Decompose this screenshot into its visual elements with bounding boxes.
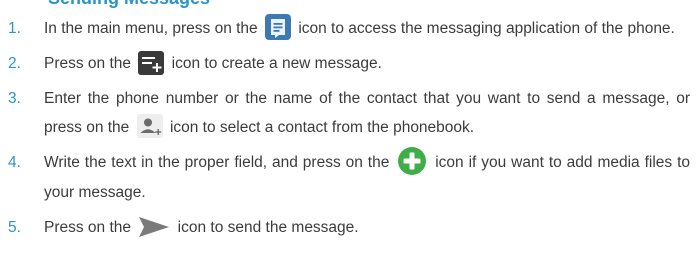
step-number: 4. xyxy=(8,154,21,171)
step-text-before: Press on the xyxy=(44,219,132,236)
section-title: Sending Messages xyxy=(48,0,210,9)
step-number: 5. xyxy=(8,219,21,236)
instruction-list: 1. In the main menu, press on the icon t… xyxy=(0,13,696,248)
step-text-after: icon to create a new message. xyxy=(171,55,382,72)
step-text-after: icon to select a contact from the phoneb… xyxy=(169,119,475,136)
section-title-cropped: Sending Messages xyxy=(0,0,696,12)
list-item-step-3: 3. Enter the phone number or the name of… xyxy=(0,84,696,142)
step-number: 3. xyxy=(8,90,21,107)
add-attachment-icon xyxy=(397,146,427,176)
list-item-step-4: 4. Write the text in the proper field, a… xyxy=(0,146,696,207)
step-number: 1. xyxy=(8,20,21,37)
step-text-before: Write the text in the proper field, and … xyxy=(44,154,390,172)
add-contact-icon xyxy=(136,113,163,138)
list-item-step-2: 2. Press on the icon to create a new mes… xyxy=(0,49,696,78)
step-text-before: In the main menu, press on the xyxy=(44,20,258,37)
step-number: 2. xyxy=(8,55,21,72)
send-icon xyxy=(138,216,170,238)
list-item-step-1: 1. In the main menu, press on the icon t… xyxy=(0,13,696,43)
step-text-after: icon to send the message. xyxy=(177,219,359,236)
messaging-app-icon xyxy=(265,13,291,40)
step-text-before: Press on the xyxy=(44,55,132,72)
compose-message-icon xyxy=(138,50,165,75)
step-text-after: icon to access the messaging application… xyxy=(298,20,675,37)
list-item-step-5: 5. Press on the icon to send the message… xyxy=(0,213,696,242)
